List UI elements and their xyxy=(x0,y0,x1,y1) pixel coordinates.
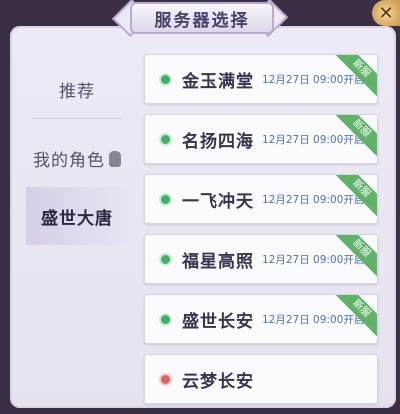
server-item[interactable]: 盛世长安 12月27日 09:00开启 新服 xyxy=(144,294,378,344)
server-item[interactable]: 金玉满堂 12月27日 09:00开启 新服 xyxy=(144,54,378,104)
server-name: 福星高照 xyxy=(182,251,254,272)
server-item[interactable]: 一飞冲天 12月27日 09:00开启 新服 xyxy=(144,174,378,224)
server-name: 名扬四海 xyxy=(182,131,254,152)
server-open-time: 12月27日 09:00开启 xyxy=(262,73,365,86)
status-open-icon xyxy=(159,252,172,266)
server-name: 盛世长安 xyxy=(182,311,254,332)
sidebar-item-label: 推荐 xyxy=(59,81,95,102)
close-button[interactable]: ✕ xyxy=(372,0,400,26)
status-open-icon xyxy=(159,72,172,86)
sidebar-item-recommended[interactable]: 推荐 xyxy=(26,60,128,118)
status-busy-icon xyxy=(159,372,172,386)
server-item[interactable]: 云梦长安 xyxy=(144,354,378,404)
sidebar-item-label: 盛世大唐 xyxy=(41,208,113,229)
server-open-time: 12月27日 09:00开启 xyxy=(262,313,365,326)
sidebar: 推荐 我的角色 盛世大唐 xyxy=(26,60,128,245)
server-name: 金玉满堂 xyxy=(182,71,254,92)
status-open-icon xyxy=(159,312,172,326)
page-title: 服务器选择 xyxy=(130,2,274,34)
server-item[interactable]: 名扬四海 12月27日 09:00开启 新服 xyxy=(144,114,378,164)
sidebar-item-label: 我的角色 xyxy=(33,150,105,171)
server-name: 一飞冲天 xyxy=(182,191,254,212)
status-open-icon xyxy=(159,132,172,146)
server-item[interactable]: 福星高照 12月27日 09:00开启 新服 xyxy=(144,234,378,284)
sidebar-item-shengshi-datang[interactable]: 盛世大唐 xyxy=(26,187,128,245)
sidebar-item-my-characters[interactable]: 我的角色 xyxy=(26,129,128,187)
character-icon xyxy=(109,151,121,167)
status-open-icon xyxy=(159,192,172,206)
server-open-time: 12月27日 09:00开启 xyxy=(262,253,365,266)
title-banner: 服务器选择 xyxy=(111,0,289,38)
server-name: 云梦长安 xyxy=(182,371,254,392)
server-list: 金玉满堂 12月27日 09:00开启 新服 名扬四海 12月27日 09:00… xyxy=(144,54,378,414)
close-icon: ✕ xyxy=(378,2,394,24)
server-open-time: 12月27日 09:00开启 xyxy=(262,133,365,146)
server-open-time: 12月27日 09:00开启 xyxy=(262,193,365,206)
